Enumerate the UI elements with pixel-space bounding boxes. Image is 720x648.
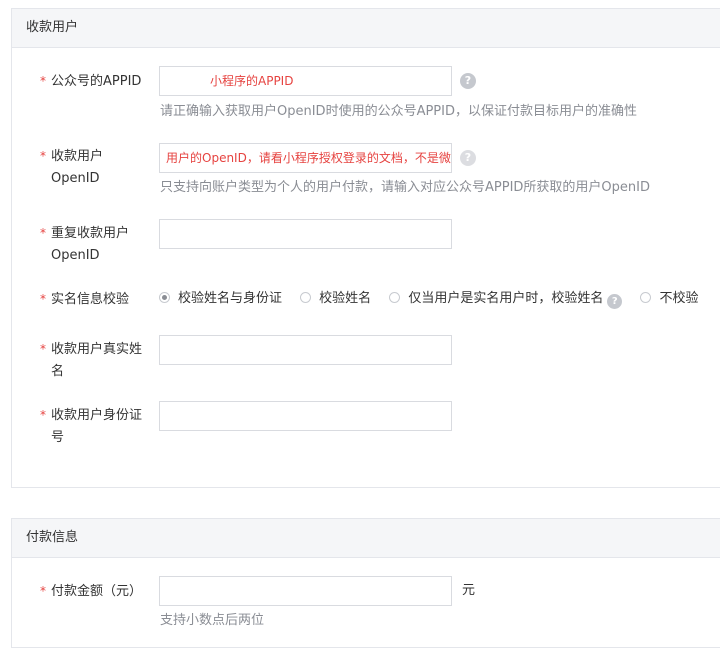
- required-mark: *: [40, 226, 46, 240]
- realname-check-options: 校验姓名与身份证 校验姓名 仅当用户是实名用户时，校验姓名? 不校验: [159, 289, 712, 310]
- repeat-openid-label: * 重复收款用户 OpenID: [40, 226, 130, 263]
- openid-hint: 只支持向账户类型为个人的用户付款，请输入对应公众号APPID所获取的用户Open…: [160, 180, 650, 195]
- repeat-openid-input[interactable]: [159, 219, 452, 249]
- amount-input[interactable]: [159, 576, 452, 606]
- real-name-input[interactable]: [159, 335, 452, 365]
- id-number-input[interactable]: [159, 401, 452, 431]
- openid-help-icon[interactable]: ?: [460, 150, 476, 166]
- required-mark: *: [40, 292, 46, 306]
- required-mark: *: [40, 74, 46, 88]
- appid-value: 小程序的APPID: [210, 74, 294, 88]
- openid-input[interactable]: 用户的OpenID，请看小程序授权登录的文档，不是微信号哈: [159, 143, 452, 173]
- realname-check-label: * 实名信息校验: [40, 292, 130, 307]
- radio-verify-name-and-id[interactable]: 校验姓名与身份证: [159, 289, 282, 309]
- payment-panel-title: 付款信息: [12, 519, 720, 558]
- openid-value: 用户的OpenID，请看小程序授权登录的文档，不是微信号哈: [166, 151, 451, 165]
- amount-unit: 元: [462, 583, 476, 598]
- radio-verify-name[interactable]: 校验姓名: [300, 289, 371, 309]
- radio-no-verify[interactable]: 不校验: [640, 289, 698, 309]
- required-mark: *: [40, 149, 46, 163]
- radio-circle[interactable]: [389, 292, 401, 303]
- required-mark: *: [40, 584, 46, 598]
- realname-help-icon[interactable]: ?: [607, 294, 623, 309]
- radio-circle-selected[interactable]: [159, 292, 170, 303]
- openid-label: * 收款用户 OpenID: [40, 149, 104, 186]
- appid-help-icon[interactable]: ?: [460, 73, 476, 89]
- id-number-label: * 收款用户身份证 号: [40, 408, 143, 445]
- radio-circle[interactable]: [640, 292, 652, 303]
- real-name-label: * 收款用户真实姓 名: [40, 342, 143, 379]
- amount-hint: 支持小数点后两位: [160, 613, 265, 628]
- required-mark: *: [40, 342, 46, 356]
- appid-hint: 请正确输入获取用户OpenID时使用的公众号APPID，以保证付款目标用户的准确…: [160, 104, 637, 119]
- appid-label: * 公众号的APPID: [40, 74, 142, 89]
- radio-circle[interactable]: [300, 292, 312, 303]
- payee-panel-title: 收款用户: [12, 9, 720, 48]
- radio-verify-if-realname[interactable]: 仅当用户是实名用户时，校验姓名?: [389, 289, 623, 309]
- required-mark: *: [40, 408, 46, 422]
- appid-input[interactable]: 小程序的APPID: [159, 66, 452, 96]
- amount-label: * 付款金额（元）: [40, 584, 143, 599]
